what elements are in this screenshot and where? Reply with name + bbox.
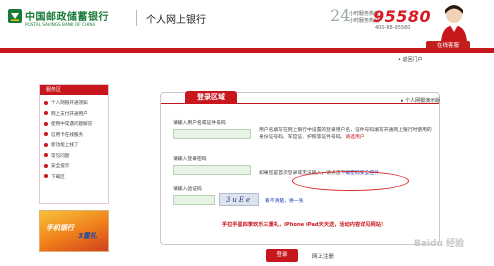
sidebar-item[interactable]: 新功能上线了 xyxy=(44,141,92,152)
sidebar-item-label: 使用中常遇问题解答 xyxy=(51,122,93,127)
username-label: 请输入用户名或证件号码 xyxy=(173,121,226,126)
captcha-image[interactable]: 3uEe xyxy=(219,193,259,206)
sidebar-item[interactable]: 个人网银开通须知 xyxy=(44,99,92,110)
highlight-circle xyxy=(292,171,409,191)
sidebar-item[interactable]: 使用中常遇问题解答 xyxy=(44,120,92,131)
bullet-icon xyxy=(44,121,48,126)
password-input[interactable] xyxy=(173,165,251,175)
sidebar-item[interactable]: 信用卡在线服务 xyxy=(44,131,92,142)
back-to-portal-link[interactable]: • 返回门户 xyxy=(398,56,423,63)
sidebar-item-label: 安全提示 xyxy=(51,164,70,169)
sidebar-item-label: 下载区 xyxy=(51,174,65,180)
choose-user-link[interactable]: 请选用户 xyxy=(345,135,364,140)
customer-service-avatar xyxy=(441,5,467,42)
bank-logo-icon xyxy=(8,9,22,23)
activity-promo-text: 手拉手星四季欢乐三重礼，iPhone iPad天天送，活动内容详见网站！ xyxy=(221,222,387,228)
demo-link-label: 个人网银演示版 xyxy=(405,98,441,104)
captcha-label: 请输入验证码 xyxy=(173,187,202,192)
sidebar-list: 个人网银开通须知 网上支付开通用户 使用中常遇问题解答 信用卡在线服务 新功能上… xyxy=(44,99,92,183)
portal-title: 个人网上银行 xyxy=(146,15,206,26)
captcha-input[interactable] xyxy=(173,195,215,205)
sidebar-title: 服务区 xyxy=(40,85,108,95)
mobile-banking-promo-banner[interactable]: 手机银行 3重礼 xyxy=(39,210,109,252)
sidebar-item[interactable]: 网上支付开通用户 xyxy=(44,110,92,121)
online-register-link[interactable]: 网上注册 xyxy=(312,252,334,260)
promo-line-1: 手机银行 xyxy=(46,224,74,232)
sidebar-item-label: 个人网银开通须知 xyxy=(51,101,88,106)
refresh-captcha-link[interactable]: 看不清楚，换一张 xyxy=(265,197,303,204)
demo-link[interactable]: ▸ 个人网银演示版 xyxy=(401,97,440,104)
bullet-icon xyxy=(44,100,48,105)
watermark-logo: Baidu 经验 xyxy=(414,239,465,249)
sidebar-item-label: 网上支付开通用户 xyxy=(51,111,88,117)
password-label: 请输入登录密码 xyxy=(173,157,207,162)
sidebar-item[interactable]: 安全提示 xyxy=(44,162,92,173)
bullet-icon xyxy=(44,142,48,147)
promo-line-2: 3重礼 xyxy=(78,232,97,240)
sidebar-item-label: 常见问题 xyxy=(51,153,70,159)
bullet-icon xyxy=(44,163,48,168)
hotline-alt-number: 400-88-95580 xyxy=(375,25,411,31)
hotline-number: 95580 xyxy=(373,7,432,26)
back-to-portal-label: 返回门户 xyxy=(402,57,423,63)
bullet-icon xyxy=(44,174,48,178)
header-bar: 中国邮政储蓄银行 POSTAL SAVINGS BANK OF CHINA 个人… xyxy=(0,0,494,51)
header-red-bar xyxy=(0,48,494,53)
bank-name-cn: 中国邮政储蓄银行 xyxy=(25,12,109,23)
header-divider xyxy=(136,10,137,26)
login-area-tab[interactable]: 登录区域 xyxy=(185,91,237,103)
login-button[interactable]: 登录 xyxy=(266,249,298,262)
service-hours: 24 xyxy=(330,6,351,25)
sidebar-item[interactable]: 常见问题 xyxy=(44,152,92,163)
bullet-icon xyxy=(44,153,48,157)
login-tab-underline xyxy=(161,103,439,104)
sidebar-item-label: 新功能上线了 xyxy=(51,143,79,148)
sidebar-item[interactable]: 下载区 xyxy=(44,173,92,184)
bank-name-en: POSTAL SAVINGS BANK OF CHINA xyxy=(25,22,96,27)
service-sidebar: 服务区 个人网银开通须知 网上支付开通用户 使用中常遇问题解答 信用卡在线服务 … xyxy=(39,84,109,204)
sidebar-item-label: 信用卡在线服务 xyxy=(51,132,84,138)
bullet-icon xyxy=(44,132,48,136)
username-input[interactable] xyxy=(173,129,251,139)
bullet-icon xyxy=(44,111,48,115)
login-panel: 登录区域 ▸ 个人网银演示版 请输入用户名或证件号码 用户名填写在网上银行中设置… xyxy=(160,91,440,245)
username-note: 用户名填写在网上银行中设置的登录用户名，证件号码填写开通网上银行时使用的身份证号… xyxy=(259,127,434,141)
